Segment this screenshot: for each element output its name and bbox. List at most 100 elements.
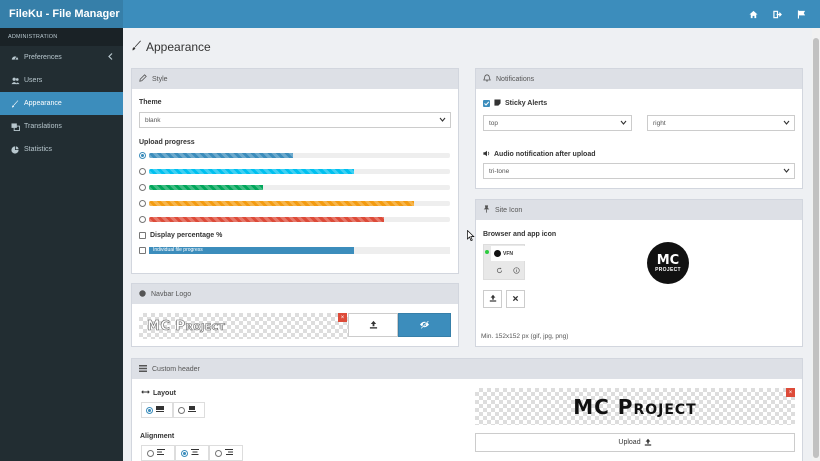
layout-radio[interactable] [146,406,153,414]
sidebar-item-preferences[interactable]: Preferences [0,46,123,69]
close-icon [512,295,519,304]
alignment-radio[interactable] [215,449,222,457]
layout-label-row: Layout [141,389,176,397]
progress-option-blue[interactable] [139,151,146,159]
layout-option-2[interactable] [173,402,205,418]
notification-vertical-select[interactable]: top [483,115,632,131]
sidebar-item-label: Translations [24,123,62,130]
custom-header-logo: MC Project [573,394,697,419]
progress-radio[interactable] [139,151,146,159]
theme-select[interactable]: blank [139,112,451,128]
users-icon [10,77,20,85]
home-icon[interactable] [748,9,758,19]
audio-notification-label: Audio notification after upload [494,151,596,158]
progress-track [149,169,450,174]
align-center-option[interactable] [175,445,209,461]
navbar-logo-upload-button[interactable] [348,313,398,337]
circle-icon [139,289,146,299]
sidebar-item-statistics[interactable]: Statistics [0,138,123,161]
progress-option-green[interactable] [139,183,146,191]
app-title[interactable]: FileKu - File Manager [0,0,123,28]
layout-radio[interactable] [178,406,185,414]
browser-tab-preview: VFN [483,244,525,280]
custom-header-preview: MC Project [475,388,795,425]
navbar-logo-remove-button[interactable]: × [338,313,347,322]
upload-progress-label: Upload progress [139,139,195,146]
sign-out-icon[interactable] [772,9,782,19]
panel-title: Notifications [496,75,535,83]
sidebar: ADMINISTRATION Preferences Users Appeara… [0,28,123,461]
alignment-radio[interactable] [147,449,154,457]
progress-track [149,201,450,206]
select-value: tri-tone [489,167,510,175]
panel-header: Site Icon [476,200,802,220]
panel-title: Style [152,75,168,83]
panel-title: Site Icon [495,206,523,214]
reload-icon [496,267,503,276]
scrollbar-thumb[interactable] [813,38,819,458]
chevron-down-icon [620,119,627,128]
sticky-alerts-checkbox[interactable] [483,100,490,107]
sidebar-item-users[interactable]: Users [0,69,123,92]
custom-header-upload-button[interactable]: Upload [475,433,795,452]
sidebar-item-translations[interactable]: Translations [0,115,123,138]
page-scrollbar[interactable] [812,28,820,461]
paint-brush-icon [131,40,142,54]
status-dot [485,250,489,254]
progress-radio[interactable] [139,167,146,175]
upload-icon [489,294,497,304]
upload-icon [369,320,378,331]
browser-icon-label: Browser and app icon [483,231,557,238]
display-percentage-option[interactable]: Display percentage % [139,232,222,239]
sticky-alerts-option[interactable]: Sticky Alerts [483,99,547,108]
layout-option-1[interactable] [141,402,173,418]
eyedropper-icon [139,74,147,84]
align-left-icon [157,449,165,457]
page-title: Appearance [131,40,211,54]
progress-radio[interactable] [139,183,146,191]
chevron-down-icon [783,167,790,176]
paint-brush-icon [10,99,20,108]
progress-fill [149,169,354,174]
navbar-logo-preview: MC Project [139,313,348,339]
chevron-left-icon [108,53,113,62]
progress-option-orange[interactable] [139,199,146,207]
info-icon [513,267,520,276]
site-icon-upload-button[interactable] [483,290,502,308]
volume-icon [483,150,491,159]
sidebar-header: ADMINISTRATION [0,28,123,46]
progress-track [149,217,450,222]
site-icon-remove-button[interactable] [506,290,525,308]
individual-progress-checkbox[interactable] [139,247,146,254]
progress-option-cyan[interactable] [139,167,146,175]
panel-header: Style [132,69,458,89]
display-percentage-checkbox[interactable] [139,232,146,239]
audio-notification-select[interactable]: tri-tone [483,163,795,179]
progress-option-red[interactable] [139,215,146,223]
panel-header: Custom header [132,359,802,379]
navbar-logo-toggle-button[interactable] [398,313,451,337]
align-right-option[interactable] [209,445,243,461]
layout-boxed-icon [188,405,196,415]
flag-icon[interactable] [796,9,806,19]
sidebar-item-label: Users [24,77,43,84]
audio-notification-label-row: Audio notification after upload [483,150,596,159]
custom-header-remove-button[interactable]: × [786,388,795,397]
progress-fill [149,185,264,190]
sticky-alerts-label: Sticky Alerts [505,100,548,107]
align-left-option[interactable] [141,445,175,461]
top-icons [748,9,820,19]
alignment-radio[interactable] [181,449,188,457]
sidebar-item-appearance[interactable]: Appearance [0,92,123,115]
individual-progress-option[interactable]: Individual file progress [139,247,450,255]
favicon [494,250,501,257]
progress-radio[interactable] [139,215,146,223]
panel-title: Custom header [152,365,200,373]
notification-horizontal-select[interactable]: right [647,115,795,131]
custom-header-panel: Custom header Layout Alignment MC Projec… [131,358,803,461]
page-title-text: Appearance [146,40,211,54]
eye-slash-icon [419,319,430,331]
site-icon-preview: MC PROJECT [647,242,689,284]
progress-radio[interactable] [139,199,146,207]
chevron-down-icon [783,119,790,128]
